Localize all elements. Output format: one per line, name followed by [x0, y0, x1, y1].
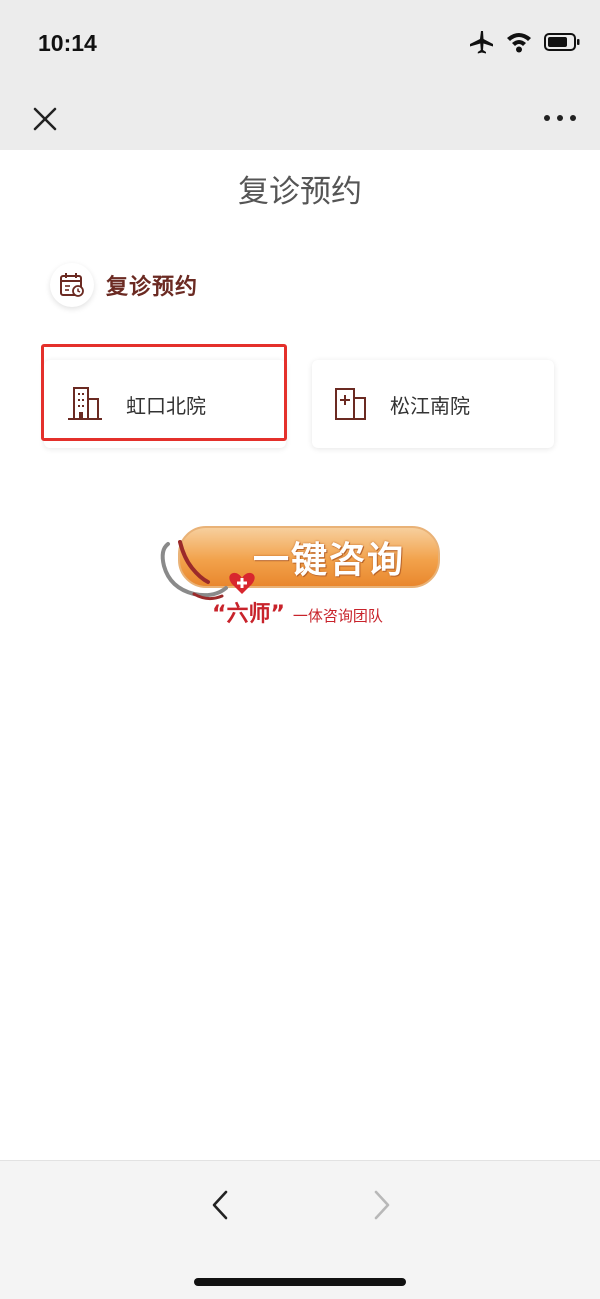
status-time: 10:14 — [38, 30, 97, 56]
nav-bar — [0, 88, 600, 150]
consult-banner[interactable]: 一键咨询 “六师” 一体咨询团队 — [156, 524, 446, 627]
airplane-icon — [470, 31, 493, 54]
hospital-card-songjiang[interactable]: 松江南院 — [312, 360, 554, 448]
chevron-right-icon[interactable] — [366, 1187, 396, 1223]
more-icon[interactable] — [542, 103, 578, 133]
page-title: 复诊预约 — [238, 174, 362, 210]
team-suffix: 一体咨询团队 — [292, 607, 383, 625]
section-title: 复诊预约 — [106, 275, 199, 300]
chevron-left-icon[interactable] — [206, 1187, 236, 1223]
bottom-toolbar — [0, 1160, 600, 1299]
team-caption: “六师” 一体咨询团队 — [212, 596, 383, 628]
wifi-icon — [507, 33, 531, 53]
section-header: 复诊预约 — [50, 262, 198, 308]
battery-icon — [544, 33, 580, 51]
status-bar: 10:14 — [0, 0, 600, 88]
home-indicator — [194, 1278, 406, 1286]
selection-highlight — [41, 344, 287, 441]
hospital-icon — [335, 388, 366, 420]
hospital-card-label: 松江南院 — [390, 393, 470, 418]
status-icons — [468, 30, 580, 54]
close-icon[interactable] — [26, 100, 64, 138]
team-name: “六师” — [212, 602, 285, 627]
calendar-icon — [50, 263, 94, 307]
